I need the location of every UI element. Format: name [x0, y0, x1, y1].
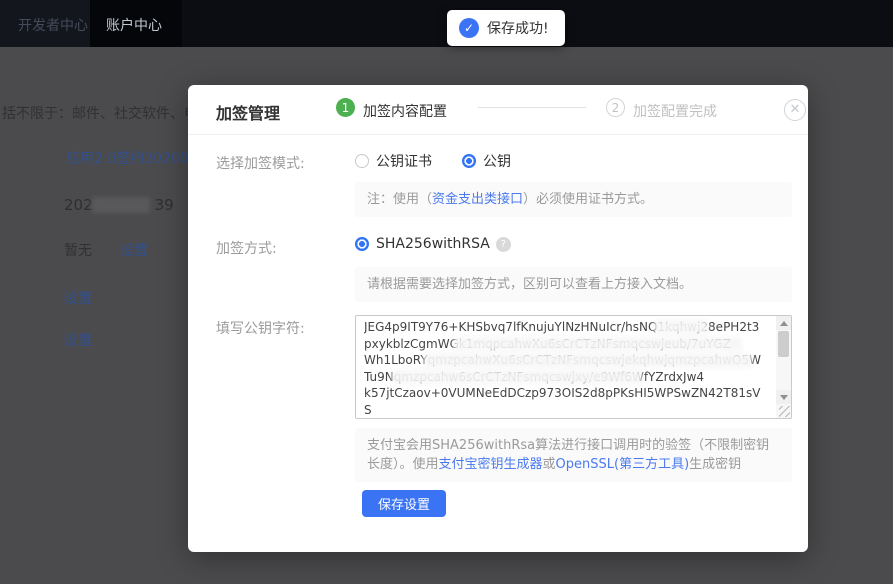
- bg-settings-link-1[interactable]: 设置: [120, 240, 148, 260]
- censor-blur: [424, 353, 752, 368]
- scroll-down-arrow-icon[interactable]: [776, 390, 791, 404]
- step-connector-line: [478, 107, 586, 108]
- mode-note-prefix: 注：使用（: [367, 192, 432, 207]
- censor-blur: [92, 197, 150, 213]
- step-1-label: 加签内容配置: [363, 101, 447, 121]
- modal-title: 加签管理: [216, 100, 280, 124]
- help-icon[interactable]: ?: [496, 237, 511, 252]
- tab-account-center[interactable]: 账户中心: [106, 15, 162, 35]
- radio-public-key-label[interactable]: 公钥: [483, 151, 511, 171]
- screen: 开发者中心 账户中心 ✓ 保存成功! 括不限于：邮件、社交软件、电话 应用2.0…: [0, 0, 893, 584]
- success-check-icon: ✓: [459, 18, 479, 38]
- key-row-label: 填写公钥字符:: [216, 318, 305, 338]
- signature-management-modal: 加签管理 1 加签内容配置 2 加签配置完成 ✕ 选择加签模式: 公钥证书 公钥…: [188, 85, 808, 552]
- resize-grip-icon[interactable]: [779, 406, 790, 417]
- bg-channel-text: 括不限于：邮件、社交软件、电话: [2, 103, 212, 123]
- app-id-suffix: 39: [155, 196, 174, 214]
- mode-note: 注：使用（资金支出类接口）必须使用证书方式。: [355, 182, 792, 217]
- step-1-indicator: 1: [336, 98, 355, 117]
- radio-public-key[interactable]: [462, 154, 476, 168]
- mode-row-label: 选择加签模式:: [216, 153, 305, 173]
- radio-sha256withrsa-label[interactable]: SHA256withRSA: [376, 236, 490, 252]
- save-success-toast: ✓ 保存成功!: [447, 10, 565, 46]
- algo-note: 请根据需要选择加签方式，区别可以查看上方接入文档。: [355, 267, 792, 302]
- verification-note: 支付宝会用SHA256withRsa算法进行接口调用时的验签（不限制密钥长度）。…: [355, 428, 792, 482]
- textarea-scrollbar[interactable]: [776, 316, 791, 418]
- mode-radio-group: 公钥证书 公钥: [355, 151, 541, 171]
- censor-blur: [654, 320, 708, 334]
- algo-radio-group: SHA256withRSA ?: [355, 236, 511, 252]
- fund-expense-api-link[interactable]: 资金支出类接口: [432, 192, 523, 207]
- toast-message: 保存成功!: [487, 18, 549, 38]
- bg-settings-link-3[interactable]: 设置: [64, 330, 92, 350]
- verification-note-text2: 或: [543, 457, 556, 472]
- bg-settings-link-2[interactable]: 设置: [64, 288, 92, 308]
- censor-blur: [454, 337, 742, 351]
- mode-note-suffix: ）必须使用证书方式。: [523, 192, 653, 207]
- openssl-link[interactable]: OpenSSL(第三方工具): [556, 457, 690, 472]
- bg-none-label: 暂无: [64, 240, 92, 260]
- verification-note-text3: 生成密钥: [689, 457, 741, 472]
- radio-public-key-cert[interactable]: [355, 154, 369, 168]
- step-2-label: 加签配置完成: [633, 101, 717, 121]
- scrollbar-thumb[interactable]: [778, 331, 789, 357]
- public-key-textarea[interactable]: JEG4p9IT9Y76+KHSbvq7lfKnujuYlNzHNuIcr/hs…: [355, 315, 792, 419]
- algo-row-label: 加签方式:: [216, 238, 277, 258]
- tab-developer-center[interactable]: 开发者中心: [18, 15, 88, 35]
- censor-blur: [392, 370, 642, 384]
- step-2-indicator: 2: [606, 98, 625, 117]
- modal-header: 加签管理 1 加签内容配置 2 加签配置完成 ✕: [188, 85, 808, 135]
- save-settings-button[interactable]: 保存设置: [362, 490, 446, 517]
- alipay-key-generator-link[interactable]: 支付宝密钥生成器: [439, 457, 543, 472]
- scroll-up-arrow-icon[interactable]: [776, 316, 791, 330]
- radio-public-key-cert-label[interactable]: 公钥证书: [376, 151, 432, 171]
- app-id-prefix: 202: [64, 196, 93, 214]
- close-icon[interactable]: ✕: [784, 99, 806, 121]
- radio-sha256withrsa[interactable]: [355, 237, 369, 251]
